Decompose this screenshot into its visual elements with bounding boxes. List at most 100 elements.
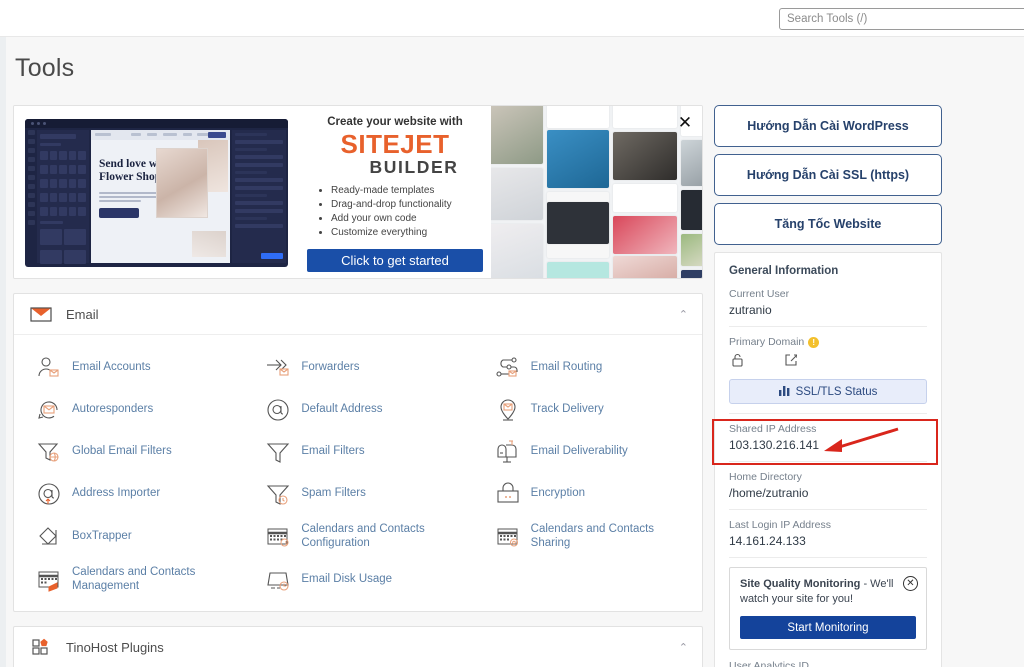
tile-label: Calendars and Contacts Configuration [301,523,425,549]
sitejet-wordmark: SITEJET [340,129,450,159]
funnel-icon [265,439,291,465]
envelope-icon [28,301,54,327]
info-label: Last Login IP Address [729,519,831,531]
get-started-button[interactable]: Click to get started [307,249,483,272]
banner-copy: Create your website with SITEJET BUILDER… [299,106,491,278]
mailbox-icon [495,439,521,465]
info-value: zutranio [729,303,772,317]
section-title: Email [66,306,99,322]
section-header-email[interactable]: Email ⌃ [14,294,702,335]
tile-label: Default Address [301,403,383,416]
site-quality-title: Site Quality Monitoring [740,578,861,590]
page-title: Tools [15,54,75,82]
funnel-clock-icon [265,481,291,507]
tile-autoresponders[interactable]: Autoresponders [14,389,243,431]
tile-email-filters[interactable]: Email Filters [243,431,472,473]
boxtrapper-icon [36,524,62,550]
at-sign-icon [265,397,291,423]
lock-icon[interactable] [731,353,744,372]
editor-mock-image: Send love with Flower Shop [25,119,288,267]
guide-ssl-button[interactable]: Hướng Dẫn Cài SSL (https) [714,154,942,196]
info-label: Shared IP Address [729,423,817,435]
speed-up-website-button[interactable]: Tăng Tốc Website [714,203,942,245]
tile-label: Email Routing [530,361,603,374]
routing-nodes-icon [495,355,521,381]
tools-page: Tools [0,0,1024,667]
info-row-shared-ip: Shared IP Address 103.130.216.141 [729,423,927,462]
list-item: Drag-and-drop functionality [331,198,487,212]
tile-boxtrapper[interactable]: BoxTrapper [14,515,243,558]
tile-label: Email Filters [301,445,365,458]
tile-email-accounts[interactable]: Email Accounts [14,347,243,389]
calendar-at-icon [265,524,291,550]
forward-arrows-icon [265,355,291,381]
tile-email-routing[interactable]: Email Routing [473,347,702,389]
tile-forwarders[interactable]: Forwarders [243,347,472,389]
at-import-icon [36,481,62,507]
search-tools-wrapper [779,8,1024,30]
tile-encryption[interactable]: Encryption [473,473,702,515]
chevron-up-icon[interactable]: ⌃ [679,308,688,321]
info-row-home-directory: Home Directory /home/zutranio [729,471,927,510]
chevron-up-icon[interactable]: ⌃ [679,641,688,654]
search-input[interactable] [779,8,1024,30]
section-title: TinoHost Plugins [66,639,164,655]
tile-label: Email Deliverability [530,445,628,458]
tile-empty [473,558,702,601]
section-header-tinohost-plugins[interactable]: TinoHost Plugins ⌃ [14,627,702,667]
close-icon[interactable]: ✕ [903,576,918,591]
tile-email-deliverability[interactable]: Email Deliverability [473,431,702,473]
guide-wordpress-button[interactable]: Hướng Dẫn Cài WordPress [714,105,942,147]
tile-calendars-contacts-management[interactable]: Calendars and Contacts Management [14,558,243,601]
tile-default-address[interactable]: Default Address [243,389,472,431]
tile-email-disk-usage[interactable]: Email Disk Usage [243,558,472,601]
top-bar [0,0,1024,37]
external-link-icon[interactable] [784,353,798,372]
disk-usage-icon [265,567,291,593]
banner-kicker: Create your website with [327,116,463,128]
sitejet-builder-word: BUILDER [369,157,459,177]
template-collage: ✕ [491,106,702,278]
tile-label: Calendars and Contacts Sharing [530,523,655,549]
ssl-tls-status-label: SSL/TLS Status [795,385,878,398]
info-label: Current User [729,288,790,300]
close-icon[interactable]: ✕ [676,114,694,132]
primary-domain-label: Primary Domain [729,336,805,348]
info-value: 14.161.24.133 [729,534,806,548]
tile-address-importer[interactable]: Address Importer [14,473,243,515]
tile-label: Email Disk Usage [301,572,393,585]
tile-global-email-filters[interactable]: Global Email Filters [14,431,243,473]
site-quality-monitoring-card: ✕ Site Quality Monitoring - We'll watch … [729,567,927,650]
main-column: Send love with Flower Shop Create your w… [13,105,703,667]
tile-spam-filters[interactable]: Spam Filters [243,473,472,515]
list-item: Add your own code [331,212,487,226]
tile-calendars-contacts-sharing[interactable]: Calendars and Contacts Sharing [473,515,702,558]
site-quality-text: Site Quality Monitoring - We'll watch yo… [740,577,916,607]
user-mail-icon [36,355,62,381]
info-row-user-analytics-id: User Analytics ID 4588ee7a-aacf-4246-a30… [729,660,927,667]
tile-track-delivery[interactable]: Track Delivery [473,389,702,431]
squares-plugin-icon [28,634,54,660]
left-rail [0,37,6,667]
tile-label: Calendars and Contacts Management [72,566,196,592]
info-label: User Analytics ID [729,660,809,667]
tile-label: BoxTrapper [72,529,132,542]
ssl-tls-status-button[interactable]: SSL/TLS Status [729,379,927,404]
map-pin-mail-icon [495,397,521,423]
tile-label: Global Email Filters [72,445,172,458]
tile-label: Forwarders [301,361,360,374]
banner-screenshot: Send love with Flower Shop [14,106,299,278]
tile-label: Encryption [530,487,585,500]
calendar-manage-icon [36,567,62,593]
start-monitoring-button[interactable]: Start Monitoring [740,616,916,639]
calendar-share-icon [495,524,521,550]
tile-label: Spam Filters [301,487,366,500]
info-label: Primary Domain ! [729,336,927,348]
tile-calendars-contacts-configuration[interactable]: Calendars and Contacts Configuration [243,515,472,558]
funnel-globe-icon [36,439,62,465]
info-value: 103.130.216.141 [729,438,820,452]
email-tools-grid: Email Accounts Forwarders Email Routing … [14,335,702,611]
sitejet-promo-banner: Send love with Flower Shop Create your w… [13,105,703,279]
general-information-card: General Information Current User zutrani… [714,252,942,667]
warning-icon[interactable]: ! [808,336,820,348]
